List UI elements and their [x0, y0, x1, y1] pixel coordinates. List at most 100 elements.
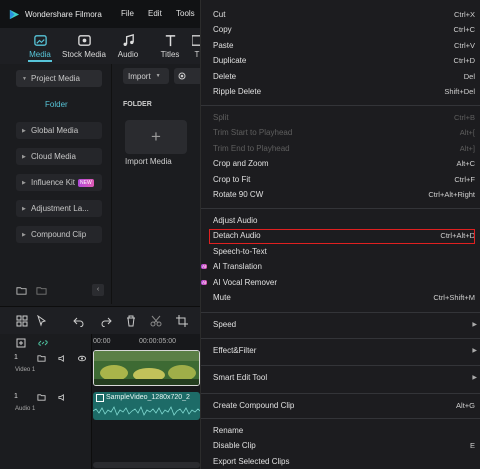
track-headers: 1 Video 1 1 Audio 1	[0, 334, 92, 469]
redo-icon[interactable]	[100, 315, 112, 327]
audio-clip[interactable]: SampleVideo_1280x720_2	[93, 392, 200, 420]
grid-layout-icon[interactable]	[16, 315, 28, 327]
collapse-sidebar-icon[interactable]: ‹	[92, 284, 104, 296]
sidebar-item-label: Adjustment La...	[31, 204, 89, 213]
menu-item-rotate-90-cw[interactable]: Rotate 90 CW Ctrl+Alt+Right	[201, 188, 480, 202]
link-icon[interactable]	[38, 338, 48, 348]
menu-item-label: Crop to Fit	[213, 174, 251, 184]
stock-media-icon	[77, 35, 91, 46]
record-button[interactable]	[174, 68, 200, 84]
import-media-tile[interactable]: +	[125, 120, 187, 154]
video-thumbnail-strip	[94, 351, 199, 385]
sidebar-item-label: Cloud Media	[31, 152, 76, 161]
menu-item-label: Delete	[213, 71, 237, 81]
speaker-icon[interactable]	[58, 354, 67, 363]
folder-icon[interactable]	[37, 354, 46, 363]
menu-item-ai-translation[interactable]: AI AI Translation	[201, 260, 480, 274]
menu-item-copy[interactable]: Copy Ctrl+C	[201, 23, 480, 37]
add-track-icon[interactable]	[16, 338, 26, 348]
tab-media[interactable]: Media	[28, 31, 52, 62]
tab-audio-label: Audio	[117, 50, 139, 59]
menu-item-export-selected-clips[interactable]: Export Selected Clips	[201, 455, 480, 469]
audio-clip-name: SampleVideo_1280x720_2	[106, 394, 190, 401]
menu-item-crop-and-zoom[interactable]: Crop and Zoom Alt+C	[201, 157, 480, 171]
video-clip[interactable]	[93, 350, 200, 386]
media-toolbar: Media Stock Media Audio Titles T	[0, 28, 200, 64]
sidebar-item-label: Project Media	[31, 74, 80, 83]
sidebar-item-influence-kit[interactable]: ▶ Influence Kit NEW	[16, 174, 102, 191]
app-name: Wondershare Filmora	[25, 9, 102, 19]
import-label: Import	[128, 71, 151, 81]
menu-separator	[201, 208, 480, 209]
menu-item-adjust-audio[interactable]: Adjust Audio	[201, 214, 480, 228]
menu-item-ai-vocal-remover[interactable]: AI AI Vocal Remover	[201, 276, 480, 290]
speaker-icon[interactable]	[58, 393, 67, 402]
menu-item-label: Copy	[213, 25, 232, 35]
menu-item-label: Rename	[213, 426, 244, 435]
trash-icon[interactable]	[125, 315, 137, 327]
filmora-logo-icon	[9, 9, 20, 19]
chevron-right-icon: ▶	[472, 348, 477, 354]
undo-icon[interactable]	[73, 315, 85, 327]
tab-titles[interactable]: Titles	[158, 31, 182, 62]
menu-item-label: Disable Clip	[213, 441, 256, 451]
title-bar: Wondershare Filmora File Edit Tools	[0, 0, 200, 28]
menu-item-label: Smart Edit Tool	[213, 373, 268, 382]
menu-item-rename[interactable]: Rename	[201, 424, 480, 438]
tab-transitions[interactable]: T	[192, 31, 200, 62]
import-dropdown-button[interactable]: Import ▼	[123, 68, 169, 84]
tab-titles-label: Titles	[160, 50, 180, 59]
menu-item-speech-to-text[interactable]: Speech-to-Text	[201, 245, 480, 259]
eye-icon[interactable]	[77, 354, 87, 363]
music-note-icon	[123, 34, 134, 46]
menu-item-shortcut: Alt+C	[456, 159, 475, 169]
menu-item-split: Split Ctrl+B	[201, 111, 480, 125]
menu-item-crop-to-fit[interactable]: Crop to Fit Ctrl+F	[201, 173, 480, 187]
menu-edit[interactable]: Edit	[148, 9, 162, 18]
menu-item-duplicate[interactable]: Duplicate Ctrl+D	[201, 54, 480, 68]
menu-item-shortcut: Ctrl+X	[453, 10, 475, 19]
video-track-label: Video 1	[15, 367, 36, 373]
menu-file[interactable]: File	[121, 9, 134, 18]
media-icon	[33, 35, 47, 46]
menu-item-speed[interactable]: Speed ▶	[201, 318, 480, 332]
menu-item-cut[interactable]: Cut Ctrl+X	[201, 8, 480, 22]
timeline-panel: 1 Video 1 1 Audio 1 00:00 00:00:05:00 Sa…	[0, 334, 200, 469]
sidebar-item-label: Influence Kit	[31, 178, 76, 187]
menu-item-disable-clip[interactable]: Disable Clip E	[201, 439, 480, 453]
menu-item-delete[interactable]: Delete Del	[201, 70, 480, 84]
sidebar-folder[interactable]: Folder	[45, 100, 68, 109]
new-folder-icon[interactable]	[16, 285, 27, 296]
menu-item-shortcut: Alt+[	[459, 128, 475, 138]
sidebar-item-project-media[interactable]: ▼ Project Media	[16, 70, 102, 87]
chevron-right-icon: ▶	[22, 231, 26, 238]
sidebar-item-cloud-media[interactable]: ▶ Cloud Media	[16, 148, 102, 165]
menu-item-mute[interactable]: Mute Ctrl+Shift+M	[201, 291, 480, 305]
menu-item-label: Effect&Filter	[213, 346, 257, 355]
menu-item-label: Paste	[213, 40, 234, 50]
menu-item-create-compound-clip[interactable]: Create Compound Clip Alt+G	[201, 399, 480, 413]
tab-audio[interactable]: Audio	[116, 31, 140, 62]
sidebar-item-compound-clip[interactable]: ▶ Compound Clip	[16, 226, 102, 243]
menu-item-shortcut: Ctrl+D	[453, 56, 475, 66]
folder-icon[interactable]	[37, 393, 46, 402]
menu-item-paste[interactable]: Paste Ctrl+V	[201, 39, 480, 53]
menu-item-smart-edit-tool[interactable]: Smart Edit Tool ▶	[201, 371, 480, 385]
timeline-ruler[interactable]: 00:00 00:00:05:00	[93, 334, 200, 348]
tab-stock-media[interactable]: Stock Media	[62, 31, 106, 62]
sidebar-item-adjustment-layer[interactable]: ▶ Adjustment La...	[16, 200, 102, 217]
crop-icon[interactable]	[176, 315, 188, 327]
menu-item-shortcut: Shift+Del	[444, 87, 475, 96]
menu-item-shortcut: Ctrl+Shift+M	[433, 293, 475, 302]
sidebar-item-global-media[interactable]: ▶ Global Media	[16, 122, 102, 139]
menu-item-ripple-delete[interactable]: Ripple Delete Shift+Del	[201, 85, 480, 99]
timeline-scrollbar[interactable]	[93, 462, 200, 468]
menu-item-effect-filter[interactable]: Effect&Filter ▶	[201, 344, 480, 358]
select-pointer-icon[interactable]	[36, 315, 48, 327]
scissors-icon[interactable]	[150, 315, 162, 327]
ai-badge-icon: AI	[201, 264, 208, 270]
menu-tools[interactable]: Tools	[176, 9, 195, 18]
chevron-down-icon: ▼	[22, 75, 27, 82]
folder-icon[interactable]	[36, 285, 47, 296]
menu-item-shortcut: Alt+G	[456, 401, 475, 410]
